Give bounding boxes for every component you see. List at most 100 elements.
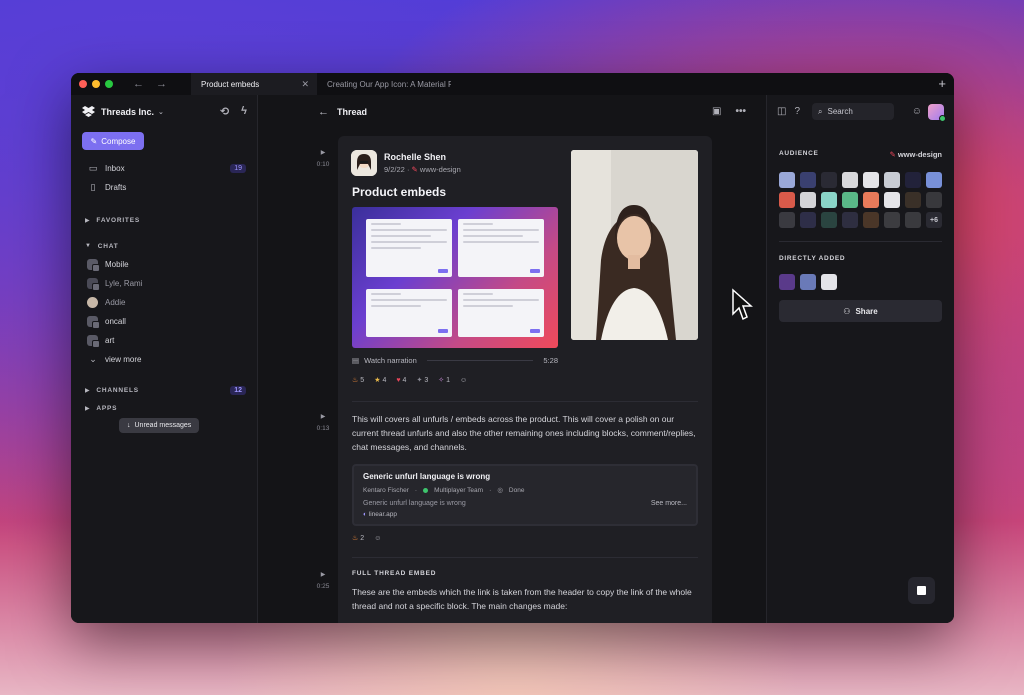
reaction[interactable]: ★ 4: [374, 376, 386, 385]
avatar[interactable]: [779, 274, 795, 290]
see-more-link[interactable]: See more...: [651, 500, 687, 507]
sidebar-item-inbox[interactable]: ▭ Inbox 19: [71, 159, 257, 178]
search-icon: ⌕: [818, 106, 823, 116]
sidebar-item-oncall[interactable]: oncall: [71, 312, 257, 331]
embed-preview-image[interactable]: [352, 207, 558, 348]
avatar[interactable]: [821, 274, 837, 290]
avatar[interactable]: [800, 192, 816, 208]
audience-channel[interactable]: ✎ www-design: [889, 150, 942, 159]
compose-button[interactable]: ✎ Compose: [82, 132, 144, 150]
back-arrow-icon[interactable]: ←: [133, 78, 144, 90]
narration-video[interactable]: [571, 150, 698, 340]
narration-progress[interactable]: [426, 360, 534, 361]
sidebar-item-addie[interactable]: Addie: [71, 293, 257, 312]
avatar[interactable]: [779, 172, 795, 188]
avatar[interactable]: [905, 212, 921, 228]
unfurl-assignee: Kentaro Fischer: [363, 486, 409, 494]
divider: [779, 241, 942, 242]
avatar[interactable]: [905, 172, 921, 188]
avatar[interactable]: [926, 192, 942, 208]
lightning-icon[interactable]: ϟ: [241, 105, 247, 118]
stop-recording-button[interactable]: [908, 577, 935, 604]
reaction[interactable]: ♨ 2: [352, 534, 364, 543]
back-arrow-icon[interactable]: ←: [318, 106, 329, 118]
unread-messages-button[interactable]: ↓ Unread messages: [119, 418, 200, 433]
author-name[interactable]: Rochelle Shen: [384, 152, 461, 162]
more-options-icon[interactable]: •••: [735, 106, 746, 117]
forward-arrow-icon[interactable]: →: [156, 78, 167, 90]
avatar[interactable]: [863, 212, 879, 228]
avatar[interactable]: [821, 212, 837, 228]
avatar[interactable]: [842, 172, 858, 188]
avatar[interactable]: [884, 212, 900, 228]
add-reaction-icon[interactable]: ☺: [374, 534, 381, 542]
history-icon[interactable]: ⟲: [220, 105, 229, 118]
comment-icon[interactable]: ▣: [712, 106, 721, 117]
compose-label: Compose: [101, 136, 136, 146]
sidebar-item-mobile[interactable]: Mobile: [71, 255, 257, 274]
workspace-header[interactable]: Threads Inc. ⌄ ⟲ ϟ: [71, 95, 257, 128]
section-channels[interactable]: ▶ CHANNELS 12: [71, 381, 257, 399]
audience-label: AUDIENCE: [779, 150, 819, 157]
section-favorites[interactable]: ▶ FAVORITES: [71, 211, 257, 229]
add-reaction-icon[interactable]: ☺: [460, 376, 467, 384]
maximize-window-button[interactable]: [105, 80, 113, 88]
sidebar-toggle-icon[interactable]: ◫: [777, 106, 786, 117]
done-check-icon: ◎: [497, 487, 503, 494]
search-input[interactable]: ⌕ Search: [812, 103, 895, 120]
avatar[interactable]: [926, 172, 942, 188]
avatar[interactable]: [928, 103, 946, 122]
avatar[interactable]: [842, 192, 858, 208]
tab-app-icon[interactable]: Creating Our App Icon: A Material Re: [317, 73, 451, 95]
section-chat[interactable]: ▼ CHAT: [71, 237, 257, 255]
new-tab-plus-icon[interactable]: +: [938, 76, 946, 91]
minimize-window-button[interactable]: [92, 80, 100, 88]
channel-link[interactable]: www-design: [420, 165, 461, 174]
workspace-name: Threads Inc.: [101, 106, 155, 117]
chevron-down-icon: ⌄: [89, 354, 97, 364]
sidebar-item-label: Lyle, Rami: [105, 279, 143, 288]
avatar[interactable]: [884, 192, 900, 208]
close-icon[interactable]: ✕: [301, 79, 309, 90]
status-emoji-icon[interactable]: ☺: [912, 106, 922, 117]
tab-product-embeds[interactable]: Product embeds ✕: [191, 73, 317, 95]
timestamp[interactable]: ▶ 0:25: [308, 571, 338, 590]
share-button[interactable]: ⚇ Share: [779, 300, 942, 322]
avatar[interactable]: [821, 172, 837, 188]
avatar[interactable]: [800, 274, 816, 290]
avatar[interactable]: [351, 150, 377, 176]
team-status-dot-icon: [423, 487, 429, 493]
sidebar-item-art[interactable]: art: [71, 331, 257, 350]
section-apps[interactable]: ▶ APPS: [71, 399, 257, 417]
avatar[interactable]: [863, 172, 879, 188]
reaction[interactable]: ✧ 1: [438, 376, 450, 385]
timestamp[interactable]: ▶ 0:13: [308, 413, 338, 432]
avatar[interactable]: [905, 192, 921, 208]
avatar[interactable]: [779, 212, 795, 228]
window-controls: [71, 80, 129, 88]
reaction[interactable]: ✦ 3: [416, 376, 428, 385]
help-icon[interactable]: ?: [794, 106, 800, 117]
avatar[interactable]: [884, 172, 900, 188]
close-window-button[interactable]: [79, 80, 87, 88]
avatar[interactable]: [800, 172, 816, 188]
timestamp[interactable]: ▶ 0:10: [308, 149, 338, 168]
reaction[interactable]: ♥ 4: [396, 376, 406, 384]
avatar[interactable]: [842, 212, 858, 228]
reaction[interactable]: ♨ 5: [352, 376, 364, 385]
avatar[interactable]: [779, 192, 795, 208]
unfurl-link[interactable]: linear.app: [369, 511, 397, 518]
view-more-link[interactable]: ⌄ view more: [71, 350, 257, 369]
avatar[interactable]: [821, 192, 837, 208]
avatar[interactable]: [863, 192, 879, 208]
narration-bar[interactable]: ▤ Watch narration 5:28: [352, 356, 558, 365]
avatar[interactable]: [800, 212, 816, 228]
sidebar-item-lyle-rami[interactable]: Lyle, Rami: [71, 274, 257, 293]
sidebar-item-drafts[interactable]: ▯ Drafts: [71, 178, 257, 197]
more-audience-button[interactable]: +6: [926, 212, 942, 228]
group-avatar: [87, 335, 100, 348]
link-unfurl-card[interactable]: Generic unfurl language is wrong Kentaro…: [352, 464, 698, 526]
group-avatar: [87, 278, 100, 291]
mini-card: [458, 219, 544, 277]
timestamp-label: 0:25: [316, 583, 330, 590]
